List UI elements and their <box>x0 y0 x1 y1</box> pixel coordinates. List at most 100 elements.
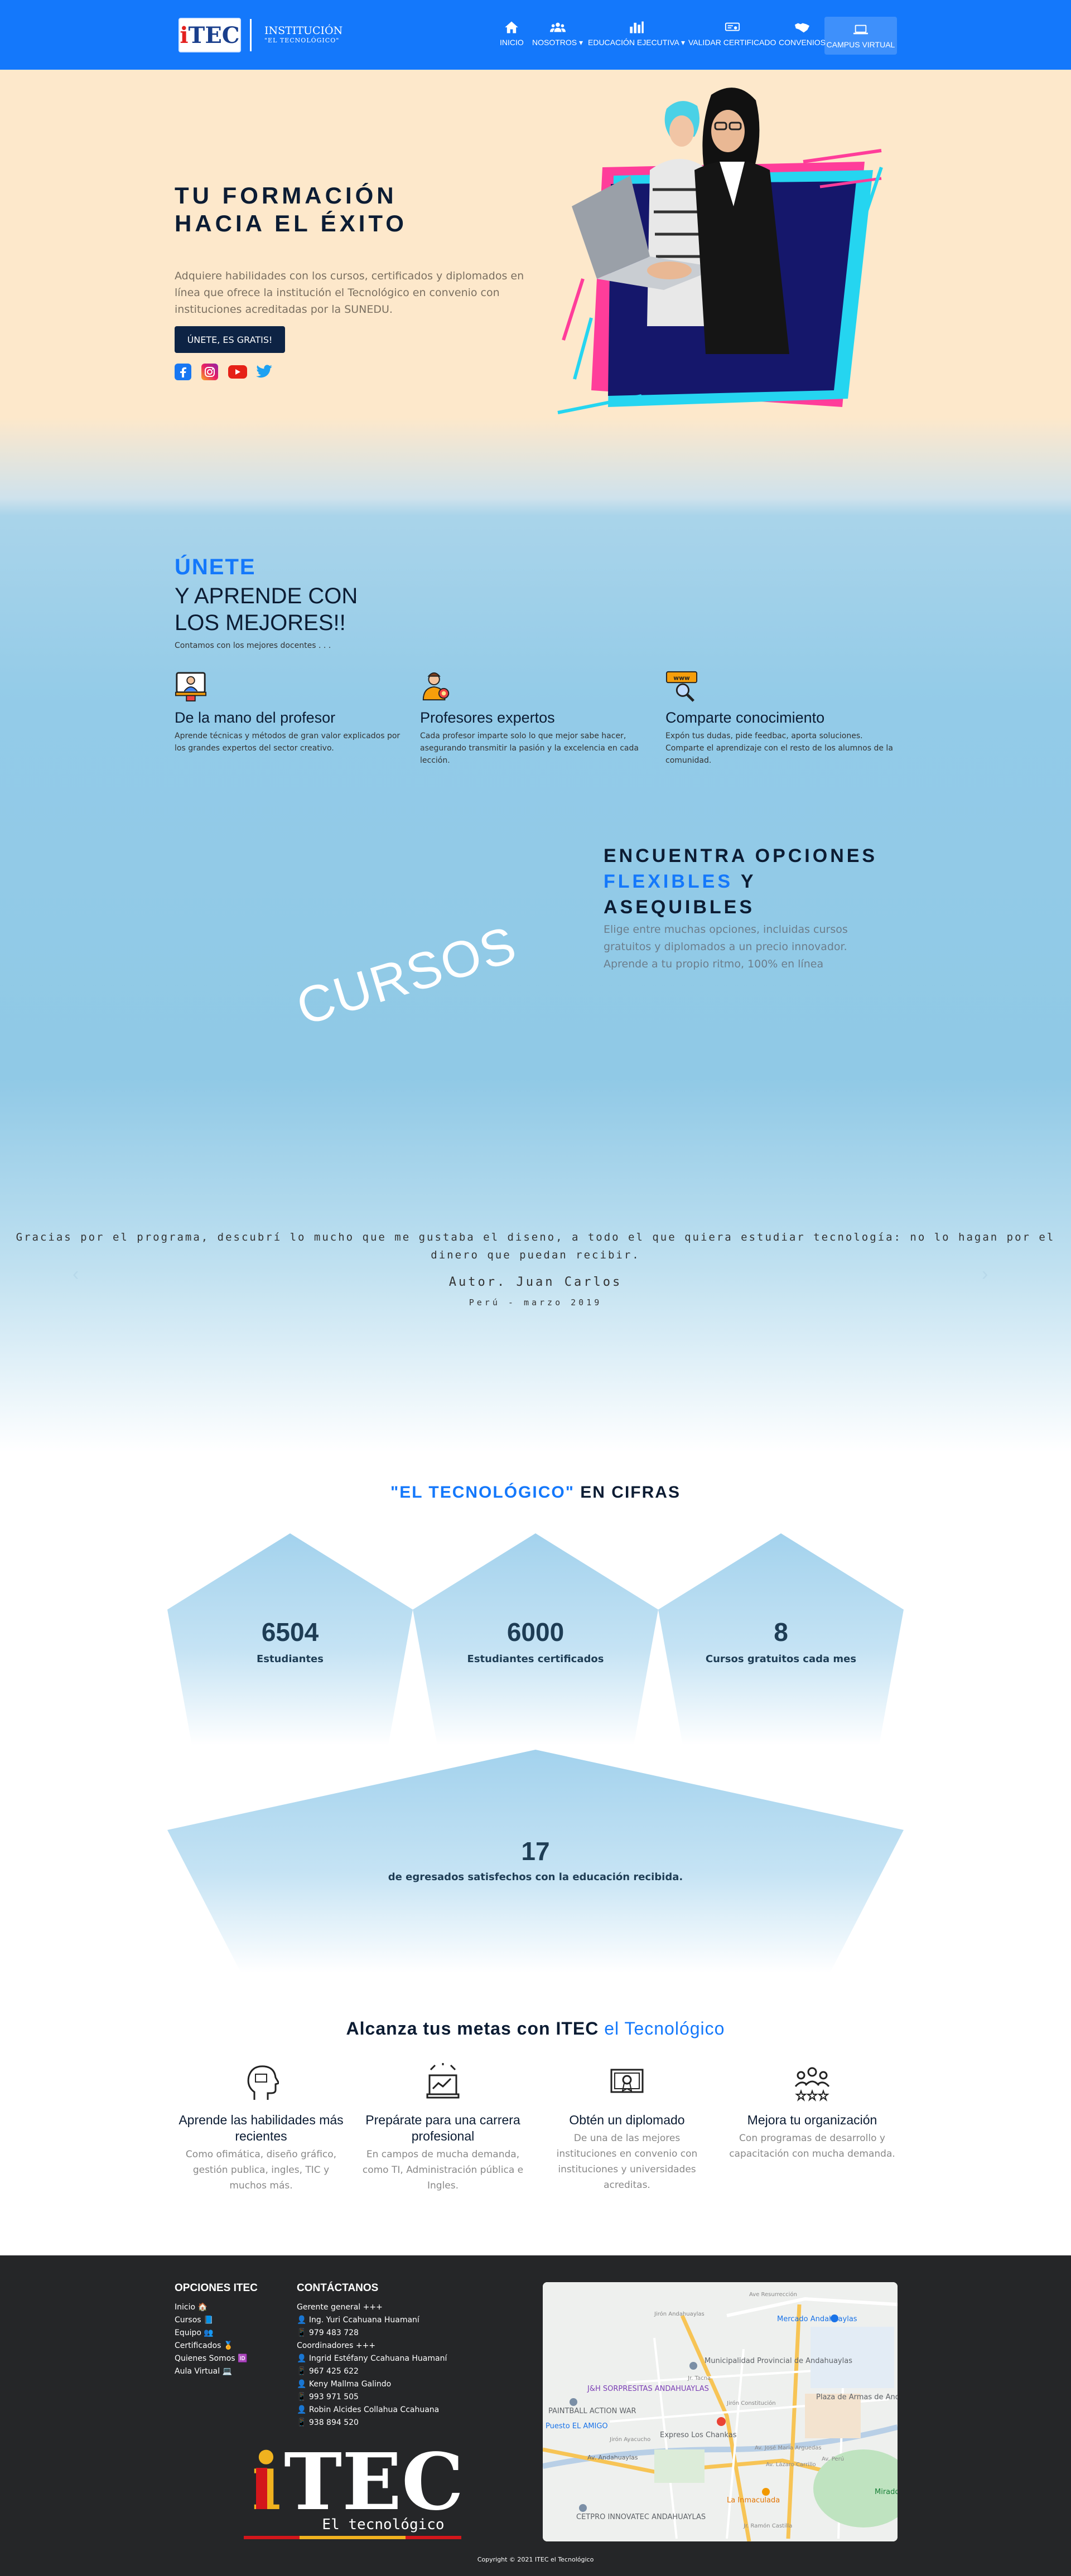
map-label: Jirón Constitución <box>726 2400 776 2406</box>
footer-link-quienes-somos[interactable]: Quienes Somos 🆔 <box>175 2354 247 2363</box>
stat-label: Cursos gratuitos cada mes <box>705 1653 857 1665</box>
map-label: Expreso Los Chankas <box>660 2431 737 2439</box>
join-free-button[interactable]: ÚNETE, ES GRATIS! <box>175 326 285 353</box>
feature-text: Aprende técnicas y métodos de gran valor… <box>175 732 401 753</box>
twitter-icon[interactable] <box>256 364 273 380</box>
feature-title: Comparte conocimiento <box>665 709 825 726</box>
person-1-face <box>669 115 694 147</box>
nav-nosotros[interactable]: NOSOTROS ▾ <box>532 20 583 47</box>
career-icon <box>426 2063 460 2099</box>
goal-text: Con programas de desarrollo y capacitaci… <box>729 2133 895 2159</box>
map-label: Av. Andahuaylas <box>587 2454 638 2461</box>
map-label: CETPRO INNOVATEC ANDAHUAYLAS <box>576 2513 706 2521</box>
facebook-icon[interactable] <box>175 364 191 380</box>
testimonial-quote: Gracias por el programa, descubrí lo muc… <box>16 1231 1055 1261</box>
cifras-title-rest: EN CIFRAS <box>574 1483 681 1502</box>
goal-card: Aprende las habilidades más recientes Co… <box>177 2063 345 2194</box>
nav-convenios-label: CONVENIOS <box>779 38 826 47</box>
nav-inicio-label: INICIO <box>500 38 524 47</box>
bar-chart-icon <box>630 21 644 33</box>
nav-validar-label: VALIDAR CERTIFICADO <box>688 38 776 47</box>
footer <box>0 2255 1071 2576</box>
cifras-title-highlight: "EL TECNOLÓGICO" <box>390 1483 575 1502</box>
nav-campus-virtual[interactable]: CAMPUS VIRTUAL <box>824 17 897 55</box>
feature-text: Cada profesor imparte solo lo que mejor … <box>420 732 639 765</box>
contact-line: 👤 Ing. Yuri Ccahuana Huamaní <box>297 2316 419 2325</box>
options-title-1: ENCUENTRA OPCIONES <box>604 845 878 866</box>
hero-section <box>0 70 1071 516</box>
footer-link-cursos[interactable]: Cursos 📘 <box>175 2316 213 2325</box>
stat-number: 6504 <box>261 1618 319 1647</box>
stat-number: 6000 <box>506 1618 565 1647</box>
map-label: Jirón Andahuaylas <box>654 2311 705 2317</box>
contact-line: Coordinadores +++ <box>297 2341 376 2350</box>
laptop-icon <box>853 25 869 35</box>
map-label: Mirador <box>875 2488 898 2496</box>
stat-free-courses: 8 Cursos gratuitos cada mes <box>658 1533 904 1745</box>
svg-text:www: www <box>673 674 690 681</box>
map-label: Puesto EL AMIGO <box>546 2422 608 2430</box>
map-label: Jr. Ramón Castilla <box>743 2522 792 2529</box>
map-label: La Inmaculada <box>727 2496 780 2505</box>
hero-illustration <box>557 88 883 414</box>
map-label: J&H SORPRESITAS ANDAHUAYLAS <box>587 2385 709 2393</box>
map-label: Jr. Tacna <box>687 2375 711 2381</box>
location-map[interactable]: Mercado Andahuaylas Municipalidad Provin… <box>543 2282 898 2541</box>
footer-logo-sub: El tecnológico <box>322 2516 444 2533</box>
stat-satisfied: 17 de egresados satisfechos con la educac… <box>167 1750 904 1973</box>
contact-line: Gerente general +++ <box>297 2303 383 2312</box>
options-title-2: Y <box>733 871 756 892</box>
footer-itec-logo: i TEC El tecnológico <box>244 2442 461 2539</box>
institution-name: INSTITUCIÓN "EL TECNOLÓGICO" <box>264 26 342 46</box>
goal-text: De una de las mejores instituciones en c… <box>556 2133 698 2191</box>
goal-title: Mejora tu organización <box>747 2113 877 2127</box>
footer-link-inicio[interactable]: Inicio 🏠 <box>175 2303 208 2312</box>
goal-title: Aprende las habilidades más recientes <box>178 2113 344 2143</box>
copyright: Copyright © 2021 ITEC el Tecnológico <box>477 2556 594 2563</box>
testimonial-author: Autor. Juan Carlos <box>448 1275 623 1289</box>
users-icon <box>549 22 566 32</box>
carousel-prev-button[interactable]: ‹ <box>73 1263 79 1285</box>
certificate-icon <box>725 22 740 31</box>
logo-tec: TEC <box>188 22 240 49</box>
search-knowledge-icon: www <box>665 671 698 702</box>
metas-title: Alcanza tus metas con ITEC el Tecnológic… <box>0 2018 1071 2039</box>
nav-inicio[interactable]: INICIO <box>500 20 524 47</box>
nav-validar-certificado[interactable]: VALIDAR CERTIFICADO <box>688 20 776 47</box>
map-label: PAINTBALL ACTION WAR <box>548 2407 636 2415</box>
nav-nosotros-label: NOSOTROS ▾ <box>532 38 583 47</box>
footer-logo-tec: TEC <box>284 2442 461 2528</box>
options-title: ENCUENTRA OPCIONES FLEXIBLES Y ASEQUIBLE… <box>604 843 916 920</box>
contact-line: 📱 938 894 520 <box>297 2418 359 2427</box>
diploma-icon <box>610 2069 644 2093</box>
deco-line <box>573 317 593 380</box>
map-label: Av. Lázaro Carrillo <box>766 2461 816 2468</box>
footer-link-equipo[interactable]: Equipo 👥 <box>175 2328 214 2337</box>
nav-convenios[interactable]: CONVENIOS <box>779 20 826 47</box>
footer-link-aula-virtual[interactable]: Aula Virtual 💻 <box>175 2367 232 2376</box>
feature-card: De la mano del profesor Aprende técnicas… <box>175 669 409 754</box>
metas-title-text: Alcanza tus metas con ITEC <box>346 2018 605 2038</box>
head-learning-icon <box>247 2065 281 2100</box>
options-title-highlight: FLEXIBLES <box>604 871 734 892</box>
feature-card: www Comparte conocimiento Expón tus duda… <box>665 669 900 767</box>
youtube-icon[interactable] <box>228 365 247 379</box>
institution-title: INSTITUCIÓN <box>264 25 343 37</box>
carousel-next-button[interactable]: › <box>982 1263 988 1285</box>
itec-logo[interactable]: i TEC <box>178 18 241 52</box>
feature-card: Profesores expertos Cada profesor impart… <box>420 669 654 767</box>
logo-separator <box>250 19 252 51</box>
contact-line: 📱 979 483 728 <box>297 2328 359 2337</box>
footer-link-certificados[interactable]: Certificados 🏅 <box>175 2341 233 2350</box>
footer-options-title: OPCIONES ITEC <box>175 2282 258 2294</box>
feature-title: De la mano del profesor <box>175 709 336 726</box>
expert-icon <box>422 672 450 701</box>
metas-title-highlight: el Tecnológico <box>604 2018 725 2038</box>
goal-card: Prepárate para una carrera profesional E… <box>359 2063 527 2194</box>
hands <box>647 262 692 279</box>
instagram-icon[interactable] <box>201 364 218 380</box>
nav-educacion-ejecutiva[interactable]: EDUCACIÓN EJECUTIVA ▾ <box>588 20 685 47</box>
deco-line <box>562 278 585 341</box>
handshake-icon <box>794 23 810 33</box>
stat-certified: 6000 Estudiantes certificados <box>413 1533 658 1745</box>
